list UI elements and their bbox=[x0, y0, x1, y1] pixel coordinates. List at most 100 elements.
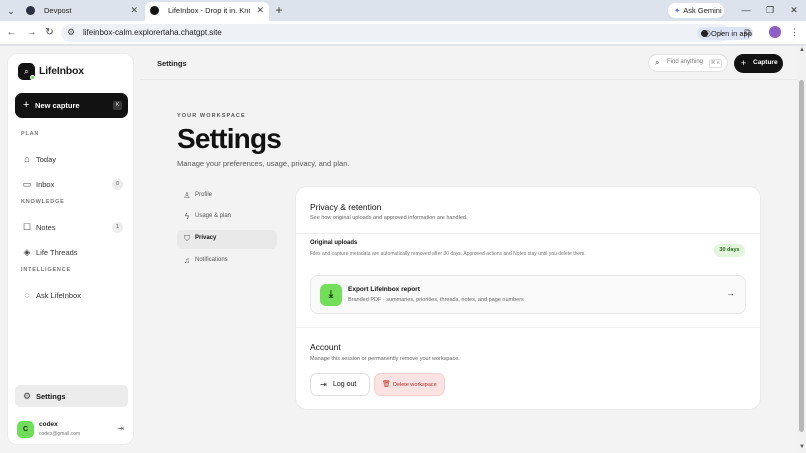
bookmark-star-icon[interactable]: ☆ bbox=[715, 27, 727, 39]
scroll-down-icon[interactable]: ▼ bbox=[799, 444, 805, 450]
lifeinbox-favicon-icon bbox=[150, 6, 159, 15]
gear-icon: ⚙ bbox=[22, 391, 32, 401]
bolt-icon: ϟ bbox=[184, 212, 190, 221]
tab-search-icon[interactable]: ⌄ bbox=[5, 5, 17, 17]
minimize-button[interactable]: — bbox=[739, 2, 753, 18]
back-arrow-icon[interactable]: ← bbox=[5, 26, 18, 39]
page-subtitle: Manage your preferences, usage, privacy,… bbox=[177, 159, 350, 168]
sidebar-item-notes[interactable]: ☐ Notes 1 bbox=[15, 218, 128, 237]
browser-tab-lifeinbox[interactable]: LifeInbox - Drop it in. Know wh ✕ bbox=[145, 2, 269, 21]
plus-icon: + bbox=[23, 99, 30, 111]
privacy-settings-card: Privacy & retention See how original upl… bbox=[295, 186, 761, 410]
search-input[interactable]: ⌕ Find anything ⌘ K bbox=[648, 54, 728, 72]
bell-icon: ♫ bbox=[184, 256, 190, 265]
logout-icon: ⇥ bbox=[320, 380, 327, 389]
extensions-icon[interactable]: ⧉ bbox=[741, 26, 754, 39]
sidebar-item-label: Settings bbox=[36, 392, 66, 401]
tab-title: Devpost bbox=[44, 6, 72, 15]
note-icon: ☐ bbox=[22, 222, 32, 232]
sidebar-item-label: Ask LifeInbox bbox=[36, 291, 82, 300]
sidebar-item-label: Life Threads bbox=[36, 248, 78, 257]
layers-icon: ◈ bbox=[23, 247, 31, 257]
address-bar[interactable]: ⚙ lifeinbox-calm.explorertaha.chatgpt.si… bbox=[61, 24, 753, 42]
capture-button[interactable]: + Capture bbox=[734, 54, 783, 73]
scrollbar-thumb[interactable] bbox=[799, 80, 804, 432]
scroll-up-icon[interactable]: ▲ bbox=[799, 47, 805, 53]
user-profile[interactable]: C codex codex@gmail.com ⇥ bbox=[15, 419, 128, 441]
sidebar-item-ask[interactable]: ◌ Ask LifeInbox bbox=[15, 286, 128, 305]
export-description: Branded PDF · summaries, priorities, thr… bbox=[348, 297, 524, 303]
sidebar-item-label: Notes bbox=[36, 223, 56, 232]
sidebar-item-label: Inbox bbox=[36, 180, 55, 189]
page-scrollbar[interactable]: ▲ ▼ bbox=[797, 46, 806, 453]
incognito-icon[interactable]: ◎ bbox=[701, 27, 713, 39]
logout-icon[interactable]: ⇥ bbox=[117, 424, 124, 433]
delete-workspace-button[interactable]: 🗑 Delete workspace bbox=[374, 373, 445, 396]
sidebar-item-label: Today bbox=[36, 155, 57, 164]
shortcut-key: K bbox=[113, 101, 122, 110]
url-text[interactable]: lifeinbox-calm.explorertaha.chatgpt.site bbox=[83, 28, 222, 37]
ask-gemini-button[interactable]: ✦ Ask Gemini bbox=[668, 3, 724, 18]
forward-arrow-icon[interactable]: → bbox=[25, 26, 38, 39]
site-info-icon[interactable]: ⚙ bbox=[67, 27, 75, 38]
settings-nav-label: Notifications bbox=[195, 257, 228, 263]
original-uploads-description: Files and capture metadata are automatic… bbox=[310, 251, 586, 257]
new-capture-button[interactable]: + New capture K bbox=[15, 93, 128, 118]
sun-icon: ⌂ bbox=[24, 154, 30, 164]
arrow-right-icon: → bbox=[726, 288, 735, 298]
user-email: codex@gmail.com bbox=[39, 431, 81, 437]
new-capture-label: New capture bbox=[35, 101, 80, 110]
sidebar-item-today[interactable]: ⌂ Today bbox=[15, 150, 128, 169]
tab-title: LifeInbox - Drop it in. Know wh bbox=[168, 6, 250, 15]
sidebar: ⌕ LifeInbox + New capture K PLAN ⌂ Today… bbox=[7, 53, 134, 445]
browser-tab-devpost[interactable]: Devpost ✕ bbox=[21, 2, 143, 21]
original-uploads-title: Original uploads bbox=[310, 240, 358, 246]
settings-nav-privacy[interactable]: ⛉ Privacy bbox=[177, 230, 277, 249]
profile-avatar[interactable] bbox=[769, 26, 781, 38]
browser-tabstrip: ⌄ Devpost ✕ LifeInbox - Drop it in. Know… bbox=[0, 0, 806, 21]
browser-menu-icon[interactable]: ⋮ bbox=[788, 26, 801, 39]
chat-icon: ◌ bbox=[24, 290, 30, 300]
logo-status-dot bbox=[30, 75, 35, 80]
tab-close-icon[interactable]: ✕ bbox=[130, 2, 138, 19]
logout-label: Log out bbox=[333, 381, 357, 388]
app-viewport: ⌕ LifeInbox + New capture K PLAN ⌂ Today… bbox=[0, 46, 797, 453]
sidebar-item-life-threads[interactable]: ◈ Life Threads bbox=[15, 243, 128, 262]
download-icon: ⤓ bbox=[320, 284, 342, 306]
settings-nav-notifications[interactable]: ♫ Notifications bbox=[177, 252, 277, 271]
logout-button[interactable]: ⇥ Log out bbox=[310, 373, 370, 396]
shield-icon: ⛉ bbox=[184, 234, 190, 243]
retention-badge: 30 days bbox=[714, 244, 745, 257]
plus-icon: + bbox=[741, 58, 747, 68]
user-icon: ♙ bbox=[183, 191, 191, 200]
settings-nav-usage[interactable]: ϟ Usage & plan bbox=[177, 208, 277, 227]
restore-button[interactable]: ❐ bbox=[763, 2, 777, 18]
trash-icon: 🗑 bbox=[382, 381, 391, 388]
divider bbox=[296, 233, 760, 234]
export-report-button[interactable]: ⤓ Export LifeInbox report Branded PDF · … bbox=[310, 275, 746, 314]
tab-close-icon[interactable]: ✕ bbox=[256, 2, 264, 19]
sidebar-item-settings[interactable]: ⚙ Settings bbox=[15, 385, 128, 407]
delete-workspace-label: Delete workspace bbox=[393, 382, 437, 388]
browser-toolbar: ← → ↻ ⚙ lifeinbox-calm.explorertaha.chat… bbox=[0, 21, 806, 45]
account-title: Account bbox=[310, 342, 341, 352]
search-placeholder: Find anything bbox=[667, 59, 704, 65]
brand-name: LifeInbox bbox=[39, 65, 84, 77]
close-window-button[interactable]: ✕ bbox=[787, 2, 801, 18]
account-description: Manage this session or permanently remov… bbox=[310, 356, 460, 362]
reload-icon[interactable]: ↻ bbox=[43, 26, 56, 39]
capture-label: Capture bbox=[753, 59, 778, 66]
divider bbox=[296, 327, 760, 328]
new-tab-button[interactable]: + bbox=[272, 3, 286, 17]
search-shortcut: ⌘ K bbox=[708, 59, 722, 68]
settings-nav-label: Usage & plan bbox=[195, 213, 232, 219]
privacy-title: Privacy & retention bbox=[310, 202, 382, 212]
export-title: Export LifeInbox report bbox=[348, 286, 420, 293]
settings-nav-profile[interactable]: ♙ Profile bbox=[177, 187, 277, 206]
devpost-favicon-icon bbox=[26, 6, 35, 15]
section-label-plan: PLAN bbox=[21, 131, 40, 137]
sidebar-item-inbox[interactable]: ▭ Inbox 0 bbox=[15, 175, 128, 194]
settings-nav-label: Profile bbox=[195, 192, 213, 198]
gemini-spark-icon: ✦ bbox=[674, 6, 681, 15]
page-title: Settings bbox=[177, 123, 282, 154]
